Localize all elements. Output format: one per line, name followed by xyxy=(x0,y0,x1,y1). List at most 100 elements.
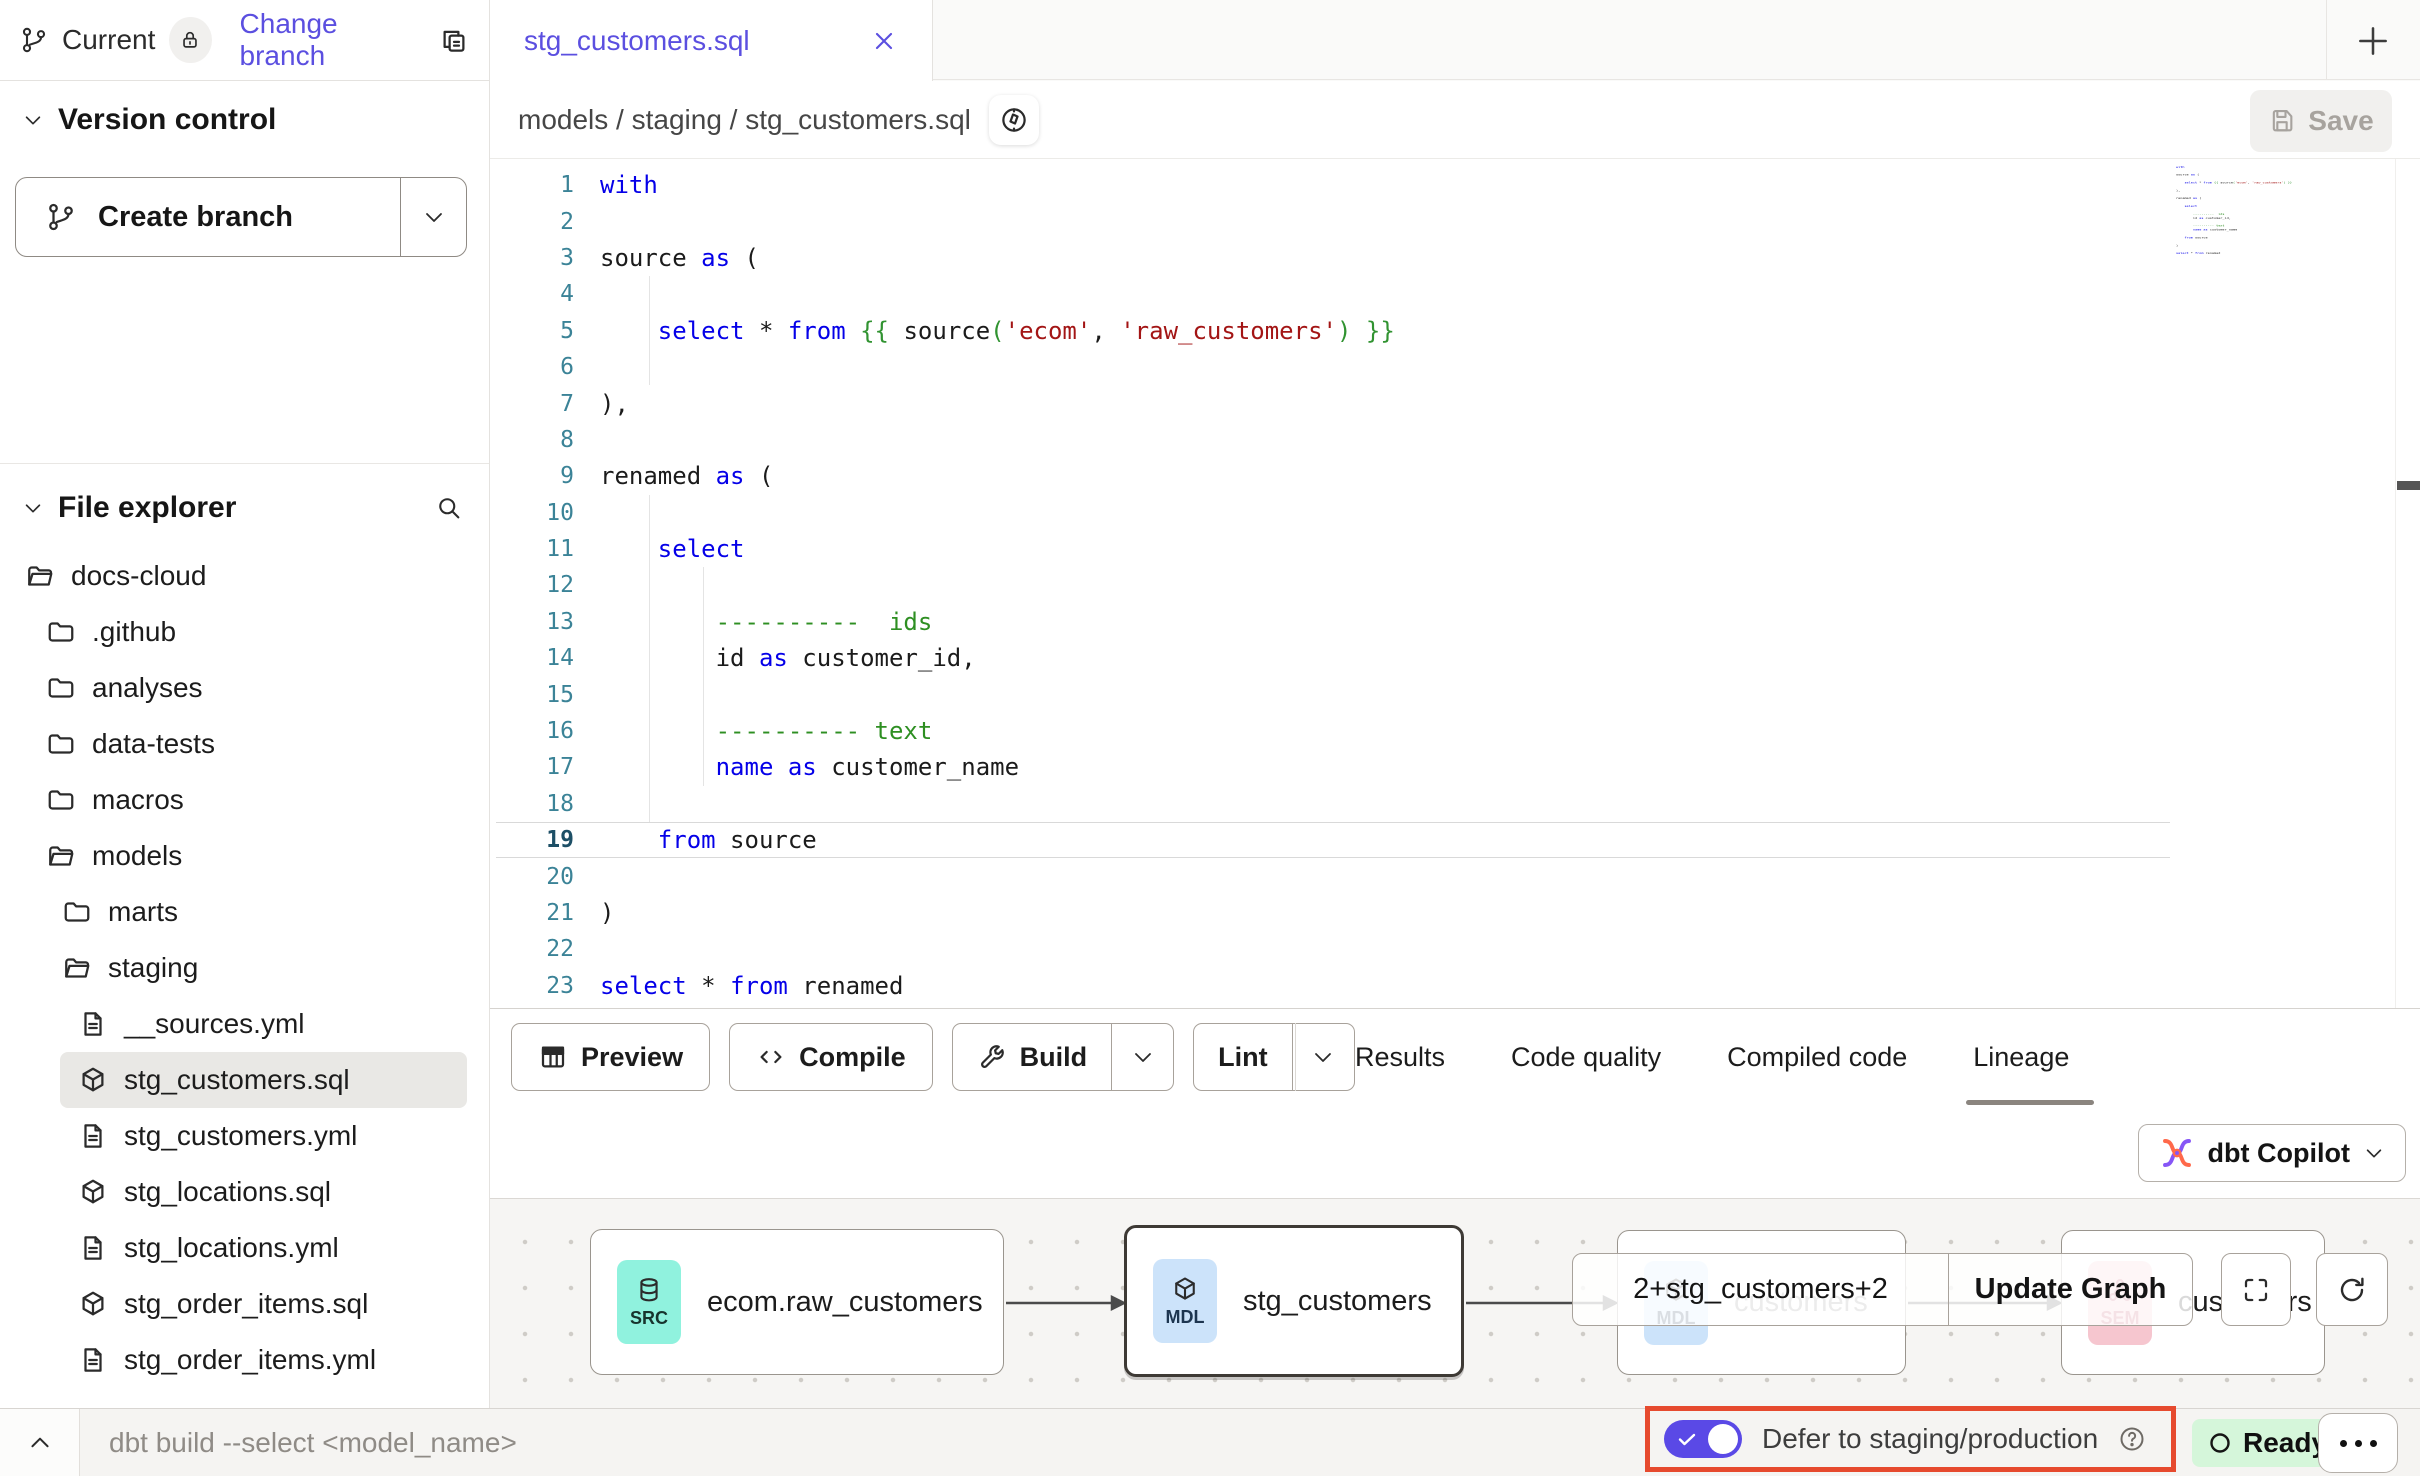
build-button[interactable]: Build xyxy=(953,1024,1112,1090)
build-dropdown[interactable] xyxy=(1111,1024,1173,1090)
compile-button[interactable]: Compile xyxy=(729,1023,933,1091)
lint-dropdown[interactable] xyxy=(1292,1024,1354,1090)
file-row-stg-customers-sql[interactable]: stg_customers.sql xyxy=(60,1052,467,1108)
file-label: marts xyxy=(108,896,178,928)
change-branch-link[interactable]: Change branch xyxy=(240,8,415,72)
panel-divider xyxy=(1295,1023,1296,1091)
file-label: docs-cloud xyxy=(71,560,206,592)
tab-compiled-code[interactable]: Compiled code xyxy=(1727,1042,1907,1073)
cube-icon xyxy=(1171,1275,1199,1303)
file-row--github[interactable]: .github xyxy=(0,604,489,660)
code-line-9: 9renamed as ( xyxy=(490,458,2420,494)
preview-button[interactable]: Preview xyxy=(511,1023,710,1091)
line-number: 22 xyxy=(490,936,600,962)
database-icon xyxy=(635,1276,663,1304)
code-line-1: 1with xyxy=(490,167,2420,203)
branch-locked-badge xyxy=(169,17,211,63)
version-control-title: Version control xyxy=(58,103,276,137)
file-row-staging[interactable]: staging xyxy=(0,940,489,996)
file-label: stg_order_items.yml xyxy=(124,1344,376,1376)
file-icon xyxy=(78,1009,108,1039)
lineage-selector-input[interactable]: 2+stg_customers+2 xyxy=(1573,1254,1948,1325)
lineage-canvas[interactable]: SRC ecom.raw_customers MDL stg_customers… xyxy=(490,1198,2420,1408)
create-branch-button[interactable]: Create branch xyxy=(15,177,467,257)
lineage-selector-overlay: 2+stg_customers+2 Update Graph xyxy=(1572,1253,2193,1326)
code-line-7: 7), xyxy=(490,385,2420,421)
line-number: 2 xyxy=(490,209,600,235)
command-input[interactable]: dbt build --select <model_name> xyxy=(109,1409,517,1476)
file-row--sources-yml[interactable]: __sources.yml xyxy=(0,996,489,1052)
scrollbar-thumb[interactable] xyxy=(2397,481,2420,490)
file-row-analyses[interactable]: analyses xyxy=(0,660,489,716)
save-label: Save xyxy=(2308,105,2373,137)
copy-icon[interactable] xyxy=(439,25,469,55)
code-line-8: 8 xyxy=(490,422,2420,458)
create-branch-dropdown[interactable] xyxy=(400,178,466,256)
code-editor[interactable]: 1with23source as (45 select * from {{ so… xyxy=(490,159,2420,1008)
line-number: 4 xyxy=(490,281,600,307)
build-button-group[interactable]: Build xyxy=(952,1023,1175,1091)
file-row-docs-cloud[interactable]: docs-cloud xyxy=(0,548,489,604)
file-row-marts[interactable]: marts xyxy=(0,884,489,940)
line-number: 18 xyxy=(490,791,600,817)
file-row-stg-order-items-yml[interactable]: stg_order_items.yml xyxy=(0,1332,489,1388)
close-icon[interactable] xyxy=(870,27,898,55)
tab-lineage[interactable]: Lineage xyxy=(1973,1042,2069,1073)
copilot-compass-button[interactable] xyxy=(989,95,1039,145)
dbt-copilot-button[interactable]: dbt Copilot xyxy=(2138,1124,2406,1182)
tab-code-quality[interactable]: Code quality xyxy=(1511,1042,1661,1073)
code-line-20: 20 xyxy=(490,858,2420,894)
create-branch-label: Create branch xyxy=(98,201,293,234)
file-row-stg-order-items-sql[interactable]: stg_order_items.sql xyxy=(0,1276,489,1332)
lineage-node-stg-customers[interactable]: MDL stg_customers xyxy=(1124,1225,1464,1377)
help-icon[interactable] xyxy=(2118,1425,2146,1453)
lineage-node-source[interactable]: SRC ecom.raw_customers xyxy=(590,1229,1004,1375)
file-row-stg-locations-yml[interactable]: stg_locations.yml xyxy=(0,1220,489,1276)
refresh-button[interactable] xyxy=(2316,1253,2388,1326)
lint-button[interactable]: Lint xyxy=(1194,1024,1291,1090)
collapse-panel-button[interactable] xyxy=(0,1409,80,1476)
file-label: stg_locations.yml xyxy=(124,1232,339,1264)
preview-label: Preview xyxy=(581,1042,683,1073)
fullscreen-button[interactable] xyxy=(2221,1253,2291,1326)
lint-button-group[interactable]: Lint xyxy=(1193,1023,1354,1091)
tab-title: stg_customers.sql xyxy=(524,25,750,57)
file-label: data-tests xyxy=(92,728,215,760)
line-number: 7 xyxy=(490,391,600,417)
code-line-15: 15 xyxy=(490,676,2420,712)
create-branch-main[interactable]: Create branch xyxy=(16,178,400,256)
panel-tabs: Results Code quality Compiled code Linea… xyxy=(1355,1023,2069,1091)
file-explorer-header[interactable]: File explorer xyxy=(0,486,489,530)
version-control-header[interactable]: Version control xyxy=(0,98,489,142)
code-line-19: 19 from source xyxy=(490,822,2420,858)
file-row-macros[interactable]: macros xyxy=(0,772,489,828)
file-row-stg-locations-sql[interactable]: stg_locations.sql xyxy=(0,1164,489,1220)
file-row-stg-customers-yml[interactable]: stg_customers.yml xyxy=(0,1108,489,1164)
tab-stg-customers-sql[interactable]: stg_customers.sql xyxy=(490,0,933,81)
more-options-button[interactable] xyxy=(2318,1413,2398,1473)
file-row-models[interactable]: models xyxy=(0,828,489,884)
defer-toggle[interactable] xyxy=(1664,1420,1742,1458)
status-bar: dbt build --select <model_name> Defer to… xyxy=(0,1408,2420,1476)
search-icon[interactable] xyxy=(435,494,463,522)
tab-results[interactable]: Results xyxy=(1355,1042,1445,1073)
line-number: 15 xyxy=(490,682,600,708)
file-label: models xyxy=(92,840,182,872)
line-number: 8 xyxy=(490,427,600,453)
save-button[interactable]: Save xyxy=(2250,90,2392,152)
file-label: .github xyxy=(92,616,176,648)
line-number: 13 xyxy=(490,609,600,635)
folder-open-icon xyxy=(25,561,55,591)
copilot-label: dbt Copilot xyxy=(2208,1138,2350,1169)
build-label: Build xyxy=(1020,1042,1088,1073)
code-line-5: 5 select * from {{ source('ecom', 'raw_c… xyxy=(490,313,2420,349)
folder-open-icon xyxy=(62,953,92,983)
new-tab-button[interactable] xyxy=(2350,18,2396,64)
minimap[interactable]: withsource as ( select * from {{ source(… xyxy=(2176,165,2406,275)
update-graph-button[interactable]: Update Graph xyxy=(1948,1254,2192,1325)
code-line-16: 16 ---------- text xyxy=(490,713,2420,749)
code-line-17: 17 name as customer_name xyxy=(490,749,2420,785)
tabstrip-empty xyxy=(933,0,2420,80)
line-number: 5 xyxy=(490,318,600,344)
file-row-data-tests[interactable]: data-tests xyxy=(0,716,489,772)
